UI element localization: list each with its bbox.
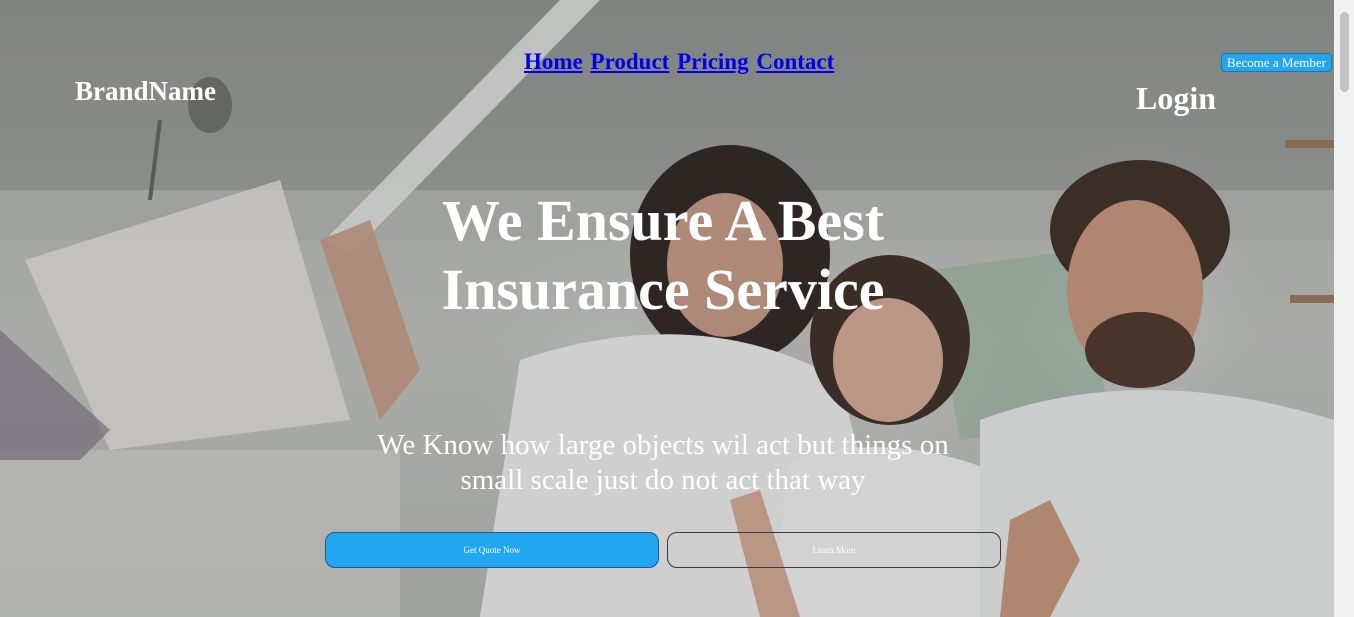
hero-headline: We Ensure A Best Insurance Service: [380, 186, 946, 324]
nav-link-home[interactable]: Home: [524, 49, 583, 74]
hero-subtitle: We Know how large objects wil act but th…: [340, 428, 986, 498]
get-quote-button[interactable]: Get Quote Now: [325, 532, 659, 568]
hero-headline-line-1: We Ensure A Best: [441, 188, 885, 253]
nav-link-product[interactable]: Product: [591, 49, 670, 74]
main-nav: Home Product Pricing Contact: [524, 49, 836, 75]
page-scrollbar[interactable]: [1334, 0, 1354, 617]
learn-more-button[interactable]: Learn More: [667, 532, 1001, 568]
become-member-button[interactable]: Become a Member: [1221, 53, 1332, 72]
hero-headline-line-2: Insurance Service: [441, 257, 885, 322]
brand-logo[interactable]: BrandName: [75, 76, 216, 107]
nav-link-contact[interactable]: Contact: [756, 49, 834, 74]
login-link[interactable]: Login: [1136, 80, 1216, 117]
scrollbar-thumb[interactable]: [1340, 12, 1349, 92]
hero-subtitle-line-1: We Know how large objects wil act but th…: [377, 429, 949, 461]
landing-page: BrandName Home Product Pricing Contact L…: [0, 0, 1354, 617]
nav-link-pricing[interactable]: Pricing: [677, 49, 749, 74]
hero-subtitle-line-2: small scale just do not act that way: [460, 464, 866, 496]
